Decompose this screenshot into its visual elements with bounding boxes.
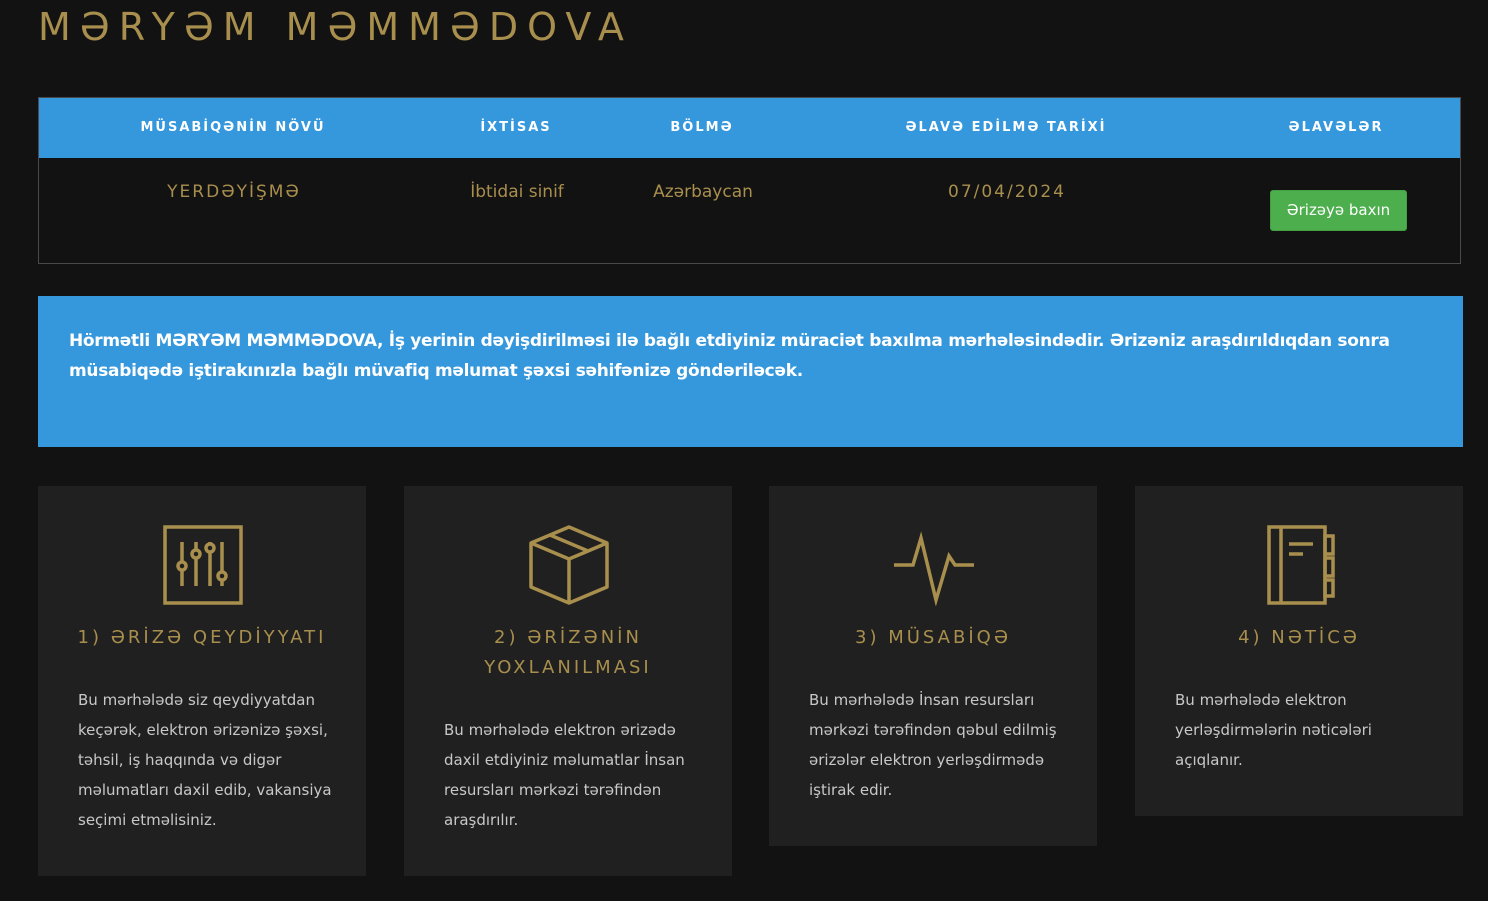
step-card-registration: 1) ƏRİZƏ QEYDİYYATI Bu mərhələdə siz qey… [38,486,366,876]
page-title: MƏRYƏM MƏMMƏDOVA [38,5,633,49]
notebook-icon [1267,525,1335,605]
view-application-button[interactable]: Ərizəyə baxın [1270,190,1407,231]
step-card-contest: 3) MÜSABİQƏ Bu mərhələdə İnsan resurslar… [769,486,1097,846]
step-title: 2) ƏRİZƏNİN YOXLANILMASI [484,627,652,678]
status-notice: Hörmətli MƏRYƏM MƏMMƏDOVA, İş yerinin də… [38,296,1463,447]
step-description: Bu mərhələdə siz qeydiyyatdan keçərək, e… [78,691,332,829]
notice-text: Hörmətli MƏRYƏM MƏMMƏDOVA, İş yerinin də… [69,331,1390,381]
header-contest-type: MÜSABİQƏNİN NÖVÜ [140,120,326,135]
cell-specialty: İbtidai sinif [470,182,564,202]
cell-contest-type: YERDƏYİŞMƏ [167,182,301,202]
sliders-icon [163,525,243,605]
header-specialty: İXTİSAS [480,120,552,135]
step-title: 1) ƏRİZƏ QEYDİYYATI [77,627,327,648]
header-extras: ƏLAVƏLƏR [1288,120,1384,135]
pulse-icon [894,531,974,606]
step-card-result: 4) NƏTİCƏ Bu mərhələdə elektron yerləşdi… [1135,486,1463,816]
step-title: 4) NƏTİCƏ [1238,627,1360,648]
cell-date: 07/04/2024 [948,182,1066,202]
step-description: Bu mərhələdə İnsan resursları mərkəzi tə… [809,691,1057,799]
header-date-added: ƏLAVƏ EDİLMƏ TARİXİ [905,120,1107,135]
table-header: MÜSABİQƏNİN NÖVÜ İXTİSAS BÖLMƏ ƏLAVƏ EDİ… [39,98,1460,158]
step-card-review: 2) ƏRİZƏNİN YOXLANILMASI Bu mərhələdə el… [404,486,732,876]
application-table: MÜSABİQƏNİN NÖVÜ İXTİSAS BÖLMƏ ƏLAVƏ EDİ… [38,97,1461,264]
box-icon [529,525,609,605]
step-description: Bu mərhələdə elektron yerləşdirmələrin n… [1175,691,1372,769]
header-section: BÖLMƏ [670,120,734,135]
step-title: 3) MÜSABİQƏ [855,627,1011,648]
step-description: Bu mərhələdə elektron ərizədə daxil etdi… [444,721,685,829]
cell-section: Azərbaycan [653,182,753,202]
